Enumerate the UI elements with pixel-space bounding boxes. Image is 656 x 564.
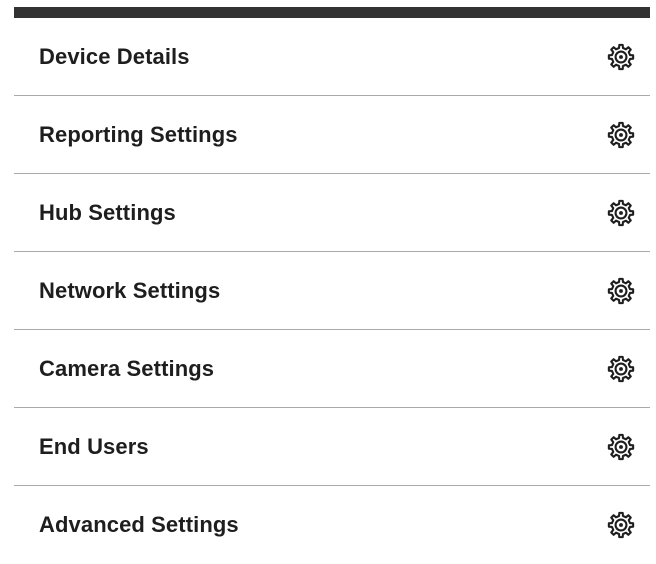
gear-icon[interactable] [606,354,636,384]
menu-item-network-settings[interactable]: Network Settings [14,252,650,330]
gear-icon[interactable] [606,510,636,540]
menu-item-hub-settings[interactable]: Hub Settings [14,174,650,252]
menu-item-advanced-settings[interactable]: Advanced Settings [14,486,650,564]
menu-item-camera-settings[interactable]: Camera Settings [14,330,650,408]
menu-item-label: Advanced Settings [39,512,239,537]
gear-icon[interactable] [606,42,636,72]
settings-menu: Device Details Reporting Settings Hub Se… [14,18,650,564]
menu-item-label: Device Details [39,43,190,69]
gear-icon[interactable] [606,120,636,150]
menu-item-reporting-settings[interactable]: Reporting Settings [14,96,650,174]
menu-item-end-users[interactable]: End Users [14,408,650,486]
menu-item-label: Camera Settings [39,355,215,381]
menu-item-label: Network Settings [39,277,221,303]
menu-item-device-details[interactable]: Device Details [14,18,650,96]
menu-item-label: Hub Settings [39,199,176,225]
top-bar [14,7,650,18]
gear-icon[interactable] [606,198,636,228]
gear-icon[interactable] [606,432,636,462]
gear-icon[interactable] [606,276,636,306]
menu-item-label: Reporting Settings [39,121,238,147]
menu-item-label: End Users [39,433,149,459]
